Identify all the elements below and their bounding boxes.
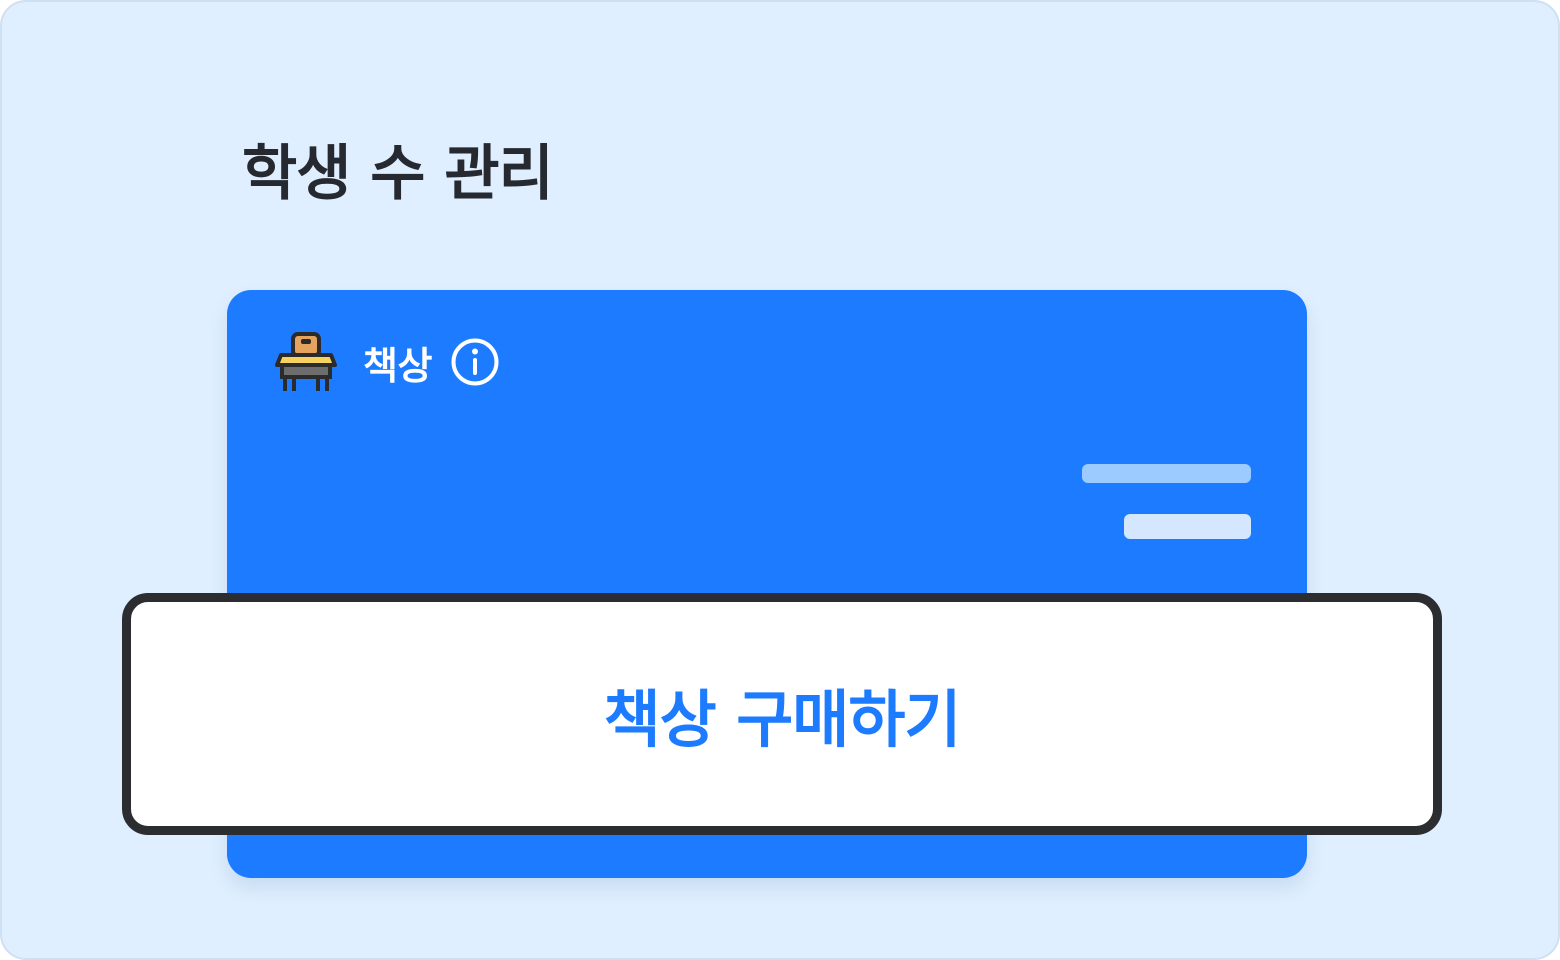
buy-desk-button[interactable]: 책상 구매하기 (122, 593, 1442, 835)
school-desk-icon (275, 331, 337, 393)
placeholder-bar-primary (1082, 464, 1251, 483)
placeholder-bar-secondary (1124, 514, 1251, 539)
page-title: 학생 수 관리 (242, 139, 554, 209)
page-background: 학생 수 관리 책상 책상 구매하기 (0, 0, 1560, 960)
buy-desk-button-label: 책상 구매하기 (603, 683, 962, 756)
card-header: 책상 (275, 330, 500, 394)
info-icon[interactable] (450, 337, 500, 387)
card-label: 책상 (363, 343, 432, 388)
